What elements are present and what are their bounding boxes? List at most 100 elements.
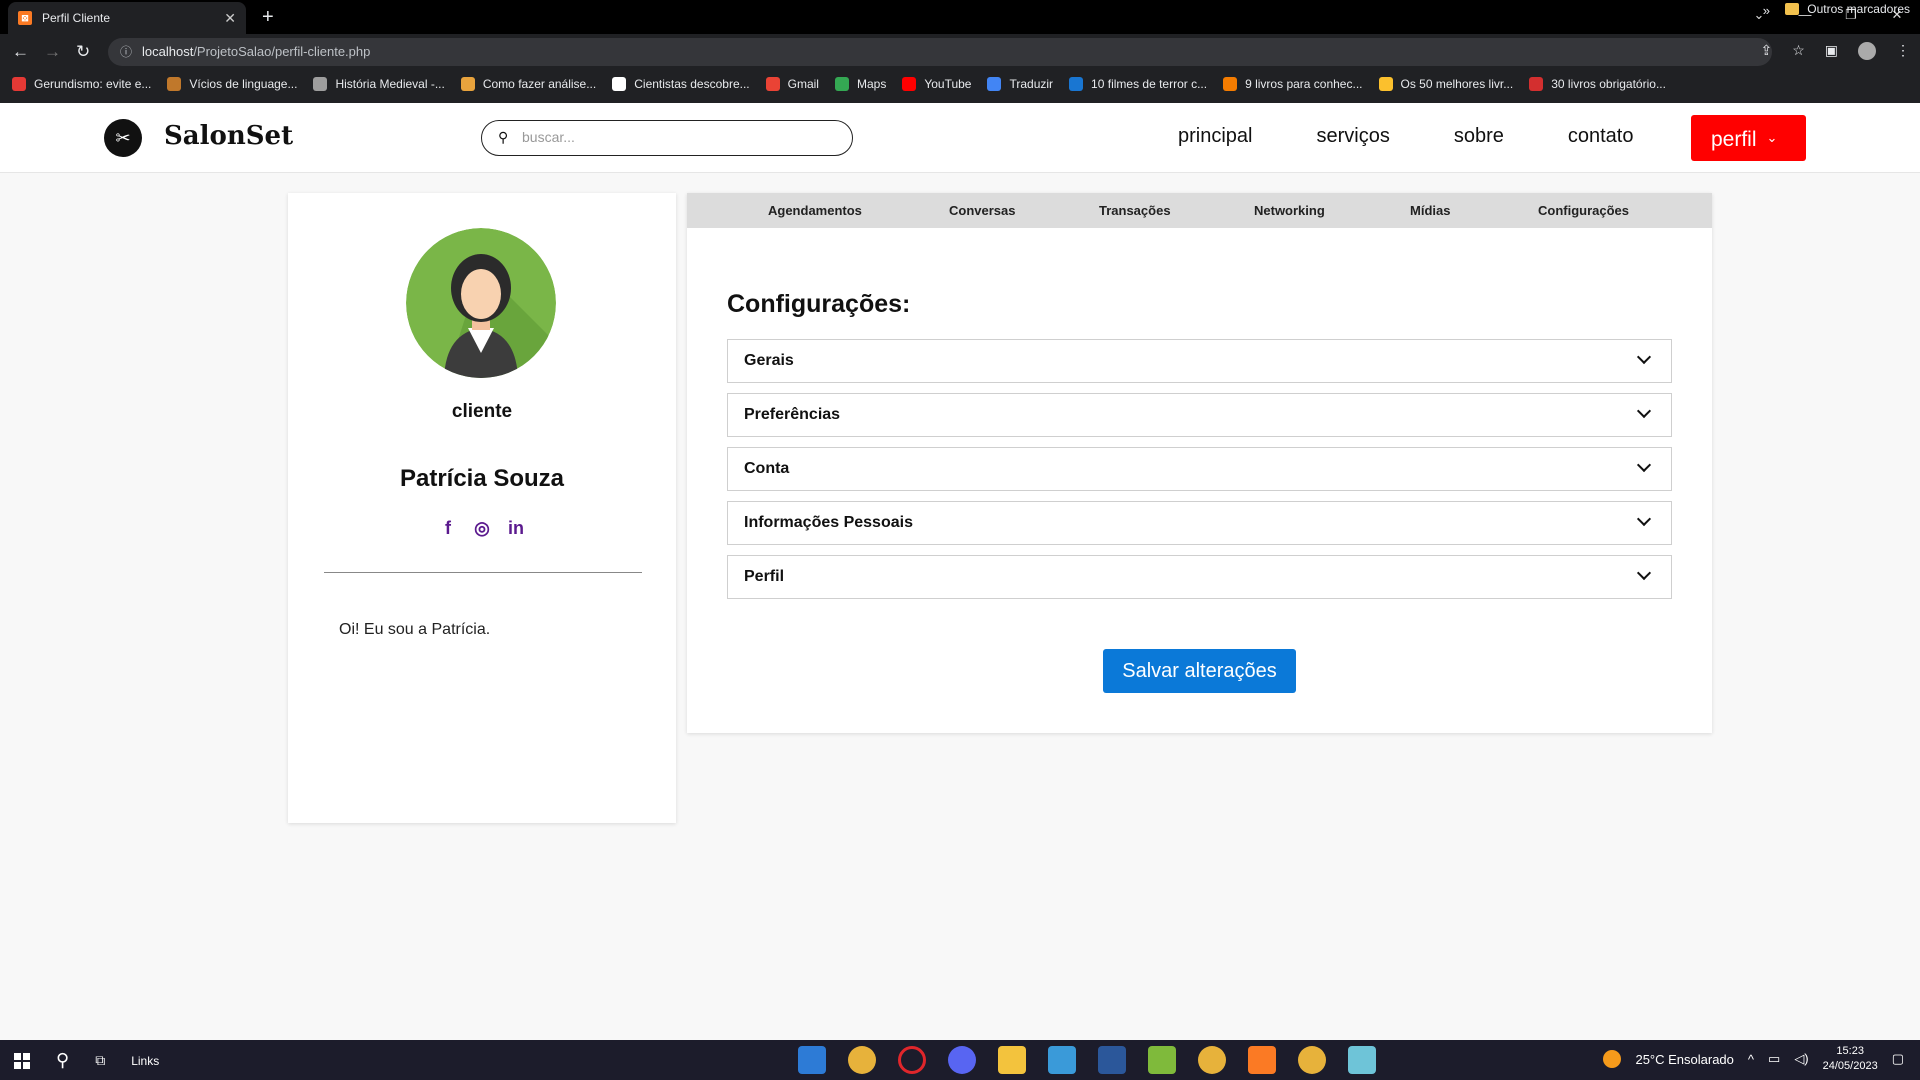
- tab-networking[interactable]: Networking: [1254, 203, 1325, 218]
- chrome-profile-2-icon[interactable]: [1298, 1046, 1326, 1074]
- bookmark-label: 10 filmes de terror c...: [1091, 77, 1208, 91]
- nav-contato[interactable]: contato: [1568, 125, 1634, 148]
- site-header: ✂ SalonSet ⚲ principal serviços sobre co…: [0, 103, 1920, 173]
- browser-chrome: ⊠ Perfil Cliente ✕ + ⌄ — ❐ ✕ ← → ↻ ⓘ loc…: [0, 0, 1920, 103]
- word-icon[interactable]: [1098, 1046, 1126, 1074]
- url-host: localhost: [142, 44, 194, 59]
- menu-kebab-icon[interactable]: ⋮: [1896, 42, 1910, 60]
- linkedin-icon[interactable]: in: [506, 518, 526, 539]
- accordion-conta[interactable]: Conta: [727, 447, 1672, 491]
- nav-principal[interactable]: principal: [1178, 125, 1252, 148]
- tab-conversas[interactable]: Conversas: [949, 203, 1015, 218]
- bookmarks-overflow-icon[interactable]: »: [1763, 3, 1770, 18]
- back-icon[interactable]: ←: [12, 42, 29, 62]
- chevron-down-icon: [1636, 457, 1652, 473]
- opera-icon[interactable]: [898, 1046, 926, 1074]
- bookmark-favicon-icon: [765, 77, 780, 91]
- share-icon[interactable]: ⇪: [1760, 42, 1772, 60]
- profile-avatar-icon[interactable]: [1858, 42, 1876, 60]
- accordion-preferencias[interactable]: Preferências: [727, 393, 1672, 437]
- bookmark-label: Gerundismo: evite e...: [34, 77, 152, 91]
- xampp-icon[interactable]: [1248, 1046, 1276, 1074]
- notepad-icon[interactable]: [1348, 1046, 1376, 1074]
- tray-chevron-icon[interactable]: ^: [1748, 1052, 1754, 1067]
- tab-search-icon[interactable]: ⌄: [1736, 0, 1782, 30]
- save-button[interactable]: Salvar alterações: [1103, 649, 1296, 693]
- vscode-icon[interactable]: [798, 1046, 826, 1074]
- network-icon[interactable]: ▭: [1768, 1051, 1780, 1067]
- tab-midias[interactable]: Mídias: [1410, 203, 1450, 218]
- brand-name[interactable]: SalonSet: [164, 121, 293, 151]
- profile-button-label: perfil: [1711, 128, 1757, 151]
- chrome-icon[interactable]: [848, 1046, 876, 1074]
- task-view-icon[interactable]: ⧉: [95, 1052, 105, 1069]
- file-explorer-icon[interactable]: [998, 1046, 1026, 1074]
- bookmark-item[interactable]: Traduzir: [987, 77, 1053, 91]
- bookmark-item[interactable]: 9 livros para conhec...: [1223, 77, 1363, 91]
- bookmark-item[interactable]: Gerundismo: evite e...: [12, 77, 151, 91]
- stack-app-icon[interactable]: [1148, 1046, 1176, 1074]
- user-name: Patrícia Souza: [399, 465, 565, 492]
- clock[interactable]: 15:23 24/05/2023: [1823, 1044, 1878, 1074]
- bookmark-item[interactable]: Cientistas descobre...: [612, 77, 750, 91]
- tab-transacoes[interactable]: Transações: [1099, 203, 1171, 218]
- side-panel-icon[interactable]: ▣: [1825, 42, 1838, 60]
- bookmark-item[interactable]: Gmail: [765, 77, 819, 91]
- chrome-profile-icon[interactable]: [1198, 1046, 1226, 1074]
- windows-start-icon[interactable]: [14, 1052, 30, 1069]
- facebook-icon[interactable]: f: [438, 518, 458, 539]
- address-bar[interactable]: ⓘ localhost/ProjetoSalao/perfil-cliente.…: [108, 38, 1772, 66]
- close-tab-icon[interactable]: ✕: [224, 10, 236, 27]
- search-input[interactable]: [522, 129, 822, 145]
- bookmark-item[interactable]: Como fazer análise...: [460, 77, 597, 91]
- bookmark-star-icon[interactable]: ☆: [1792, 42, 1805, 60]
- user-role: cliente: [451, 401, 513, 422]
- bookmark-item[interactable]: Vícios de linguage...: [167, 77, 297, 91]
- nav-servicos[interactable]: serviços: [1316, 125, 1389, 148]
- chevron-down-icon: [1636, 565, 1652, 581]
- accordion-informacoes-pessoais[interactable]: Informações Pessoais: [727, 501, 1672, 545]
- tab-agendamentos[interactable]: Agendamentos: [768, 203, 862, 218]
- volume-icon[interactable]: ◁): [1794, 1051, 1808, 1067]
- store-icon[interactable]: [1048, 1046, 1076, 1074]
- tab-strip: ⊠ Perfil Cliente ✕ + ⌄ — ❐ ✕: [0, 0, 1920, 34]
- browser-tab[interactable]: ⊠ Perfil Cliente ✕: [8, 2, 246, 34]
- bookmark-label: Como fazer análise...: [482, 77, 597, 91]
- chevron-down-icon: ⌄: [1766, 130, 1778, 145]
- bookmark-item[interactable]: Maps: [834, 77, 886, 91]
- bookmark-item[interactable]: 30 livros obrigatório...: [1529, 77, 1666, 91]
- nav-sobre[interactable]: sobre: [1454, 125, 1504, 148]
- bookmark-item[interactable]: Os 50 melhores livr...: [1378, 77, 1513, 91]
- new-tab-icon[interactable]: +: [262, 6, 274, 29]
- forward-icon[interactable]: →: [44, 42, 61, 62]
- links-toolbar[interactable]: Links: [131, 1054, 159, 1068]
- accordion-label: Conta: [744, 460, 790, 477]
- accordion-label: Gerais: [744, 352, 794, 369]
- search-icon[interactable]: ⚲: [56, 1050, 69, 1071]
- bookmark-item[interactable]: YouTube: [902, 77, 971, 91]
- accordion-gerais[interactable]: Gerais: [727, 339, 1672, 383]
- discord-icon[interactable]: [948, 1046, 976, 1074]
- settings-panel: Agendamentos Conversas Transações Networ…: [687, 193, 1712, 733]
- bookmark-favicon-icon: [167, 77, 182, 91]
- scissors-logo-icon[interactable]: ✂: [104, 119, 142, 157]
- reload-icon[interactable]: ↻: [76, 42, 90, 62]
- chevron-down-icon: [1636, 403, 1652, 419]
- bookmark-favicon-icon: [1378, 77, 1393, 91]
- bookmark-item[interactable]: História Medieval -...: [313, 77, 445, 91]
- instagram-icon[interactable]: ◎: [472, 518, 492, 539]
- toolbar: ← → ↻ ⓘ localhost/ProjetoSalao/perfil-cl…: [0, 38, 1920, 66]
- bookmark-item[interactable]: 10 filmes de terror c...: [1069, 77, 1207, 91]
- xampp-icon: ⊠: [18, 11, 32, 25]
- other-bookmarks[interactable]: Outros marcadores: [1785, 2, 1910, 16]
- profile-menu-button[interactable]: perfil ⌄: [1691, 115, 1806, 161]
- info-icon[interactable]: ⓘ: [120, 38, 132, 66]
- accordion-perfil[interactable]: Perfil: [727, 555, 1672, 599]
- other-bookmarks-label: Outros marcadores: [1807, 2, 1910, 16]
- search-icon: ⚲: [498, 129, 509, 145]
- notifications-icon[interactable]: ▢: [1892, 1051, 1904, 1067]
- bookmark-favicon-icon: [902, 77, 917, 91]
- tab-configuracoes[interactable]: Configurações: [1538, 203, 1629, 218]
- weather-label[interactable]: 25°C Ensolarado: [1635, 1052, 1733, 1067]
- bookmark-favicon-icon: [1069, 77, 1084, 91]
